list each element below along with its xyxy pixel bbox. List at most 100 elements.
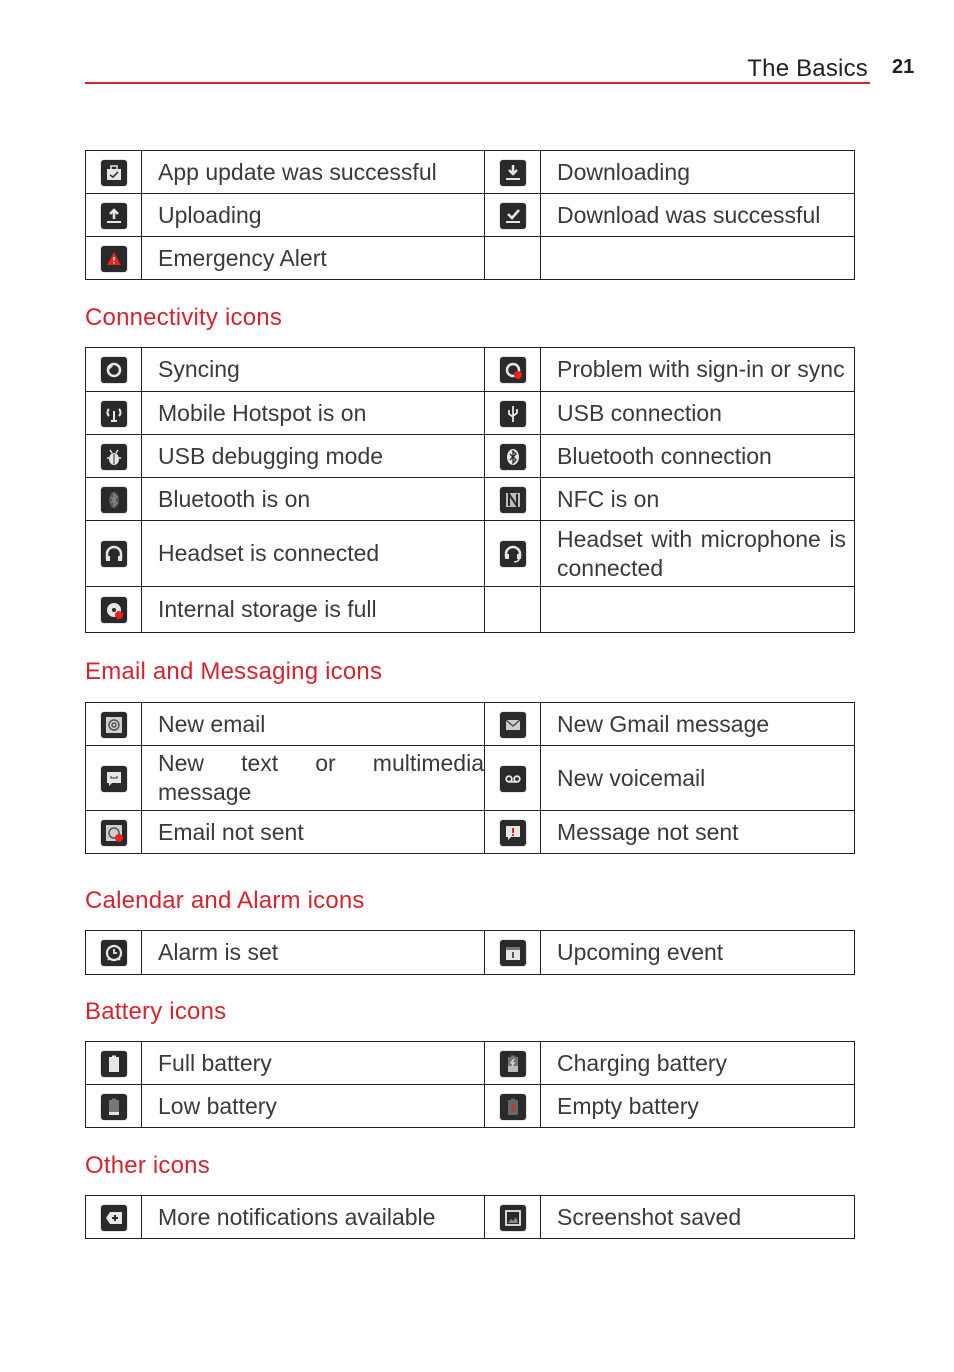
icon-cell	[484, 520, 541, 587]
table-row: Emergency Alert	[85, 236, 855, 280]
icon-description: Headset with microphone is connected	[540, 520, 855, 587]
icon-description: More notifications available	[141, 1195, 485, 1239]
icon-cell	[484, 391, 541, 435]
icon-cell	[484, 236, 541, 280]
email-error-icon	[100, 819, 127, 846]
table-row: Syncing Problem with sign-in or sync	[85, 347, 855, 392]
icon-cell	[484, 434, 541, 478]
bluetooth-connected-icon	[499, 443, 526, 470]
calendar-icon	[499, 940, 526, 967]
icon-description: Headset is connected	[141, 520, 485, 587]
table-row: New text or multimedia message New voicem…	[85, 745, 855, 811]
icon-cell	[85, 586, 142, 633]
usb-icon	[499, 400, 526, 427]
icon-description: New voicemail	[540, 745, 855, 811]
icon-description: Bluetooth connection	[540, 434, 855, 478]
icon-description: Low battery	[141, 1084, 485, 1128]
icon-cell	[85, 745, 142, 811]
section-title-battery: Battery icons	[85, 998, 227, 1025]
battery-full-icon	[100, 1050, 127, 1077]
header-title: The Basics	[747, 55, 868, 82]
icon-cell	[85, 702, 142, 746]
section-title-other: Other icons	[85, 1152, 210, 1179]
icon-description: App update was successful	[141, 150, 485, 194]
table-row: Headset is connected Headset with microph…	[85, 520, 855, 587]
storage-full-icon	[100, 597, 127, 624]
icon-description: New Gmail message	[540, 702, 855, 746]
icon-cell	[85, 1041, 142, 1085]
icon-description: Emergency Alert	[141, 236, 485, 280]
icon-cell	[85, 150, 142, 194]
icon-description: Uploading	[141, 193, 485, 237]
notification-icons-table: App update was successful Downloading Uplo…	[85, 150, 855, 280]
hotspot-icon	[100, 400, 127, 427]
icon-description: Screenshot saved	[540, 1195, 855, 1239]
icon-cell	[484, 193, 541, 237]
usb-debug-icon	[100, 443, 127, 470]
battery-low-icon	[100, 1093, 127, 1120]
icon-description: Internal storage is full	[141, 586, 485, 633]
icon-description: Empty battery	[540, 1084, 855, 1128]
icon-description: Upcoming event	[540, 930, 855, 975]
icon-description: Download was successful	[540, 193, 855, 237]
icon-cell	[484, 745, 541, 811]
icon-cell	[484, 930, 541, 975]
icon-cell	[484, 810, 541, 854]
icon-description: USB debugging mode	[141, 434, 485, 478]
icon-cell	[85, 193, 142, 237]
table-row: Email not sent Message not sent	[85, 810, 855, 854]
icon-cell	[85, 236, 142, 280]
headset-icon	[100, 541, 127, 568]
table-row: USB debugging mode Bluetooth connection	[85, 434, 855, 478]
more-notifications-icon	[100, 1204, 127, 1231]
calendar-icons-table: Alarm is set Upcoming event	[85, 930, 855, 975]
battery-icons-table: Full battery Charging battery Low battery E…	[85, 1041, 855, 1128]
icon-cell	[484, 150, 541, 194]
page-number: 21	[892, 56, 915, 78]
icon-cell	[85, 810, 142, 854]
table-row: App update was successful Downloading	[85, 150, 855, 194]
connectivity-icons-table: Syncing Problem with sign-in or sync Mobil…	[85, 347, 855, 633]
table-row: More notifications available Screenshot s…	[85, 1195, 855, 1239]
table-row: Alarm is set Upcoming event	[85, 930, 855, 975]
icon-cell	[85, 520, 142, 587]
download-success-icon	[499, 202, 526, 229]
icon-cell	[85, 1084, 142, 1128]
icon-cell	[484, 477, 541, 521]
icon-cell	[484, 702, 541, 746]
empty-cell	[540, 236, 855, 280]
table-row: Full battery Charging battery	[85, 1041, 855, 1085]
table-row: Bluetooth is on NFC is on	[85, 477, 855, 521]
table-row: Low battery Empty battery	[85, 1084, 855, 1128]
nfc-icon	[499, 486, 526, 513]
headset-mic-icon	[499, 541, 526, 568]
icon-cell	[85, 391, 142, 435]
table-row: Internal storage is full	[85, 586, 855, 633]
icon-description: Problem with sign-in or sync	[540, 347, 855, 392]
icon-description: Charging battery	[540, 1041, 855, 1085]
message-error-icon	[499, 819, 526, 846]
bluetooth-on-icon	[100, 486, 127, 513]
icon-cell	[484, 586, 541, 633]
empty-cell	[540, 586, 855, 633]
sms-icon	[100, 765, 127, 792]
icon-description: Downloading	[540, 150, 855, 194]
icon-cell	[484, 1084, 541, 1128]
gmail-icon	[499, 711, 526, 738]
other-icons-table: More notifications available Screenshot s…	[85, 1195, 855, 1239]
screenshot-icon	[499, 1204, 526, 1231]
app-update-icon	[100, 159, 127, 186]
icon-description: Full battery	[141, 1041, 485, 1085]
icon-cell	[484, 347, 541, 392]
section-title-messaging: Email and Messaging icons	[85, 658, 383, 685]
messaging-icons-table: New email New Gmail message New text or mu…	[85, 702, 855, 854]
icon-cell	[85, 1195, 142, 1239]
emergency-alert-icon	[100, 245, 127, 272]
icon-description: Message not sent	[540, 810, 855, 854]
section-title-connectivity: Connectivity icons	[85, 304, 283, 331]
icon-cell	[85, 347, 142, 392]
icon-cell	[484, 1041, 541, 1085]
table-row: Mobile Hotspot is on USB connection	[85, 391, 855, 435]
icon-cell	[85, 930, 142, 975]
section-title-calendar: Calendar and Alarm icons	[85, 887, 365, 914]
